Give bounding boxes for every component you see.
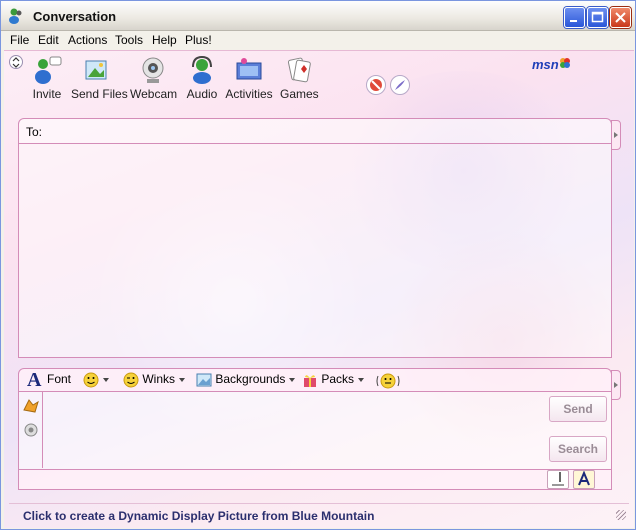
menu-plus[interactable]: Plus! — [185, 33, 212, 47]
dynamic-picture-link[interactable]: Click to create a Dynamic Display Pictur… — [23, 509, 374, 523]
smiley-icon — [83, 372, 99, 388]
invite-label: Invite — [32, 87, 62, 101]
activities-label: Activities — [225, 87, 273, 101]
toolbar-collapse-button[interactable] — [9, 55, 23, 69]
backgrounds-icon — [196, 373, 212, 387]
msn-logo: msn — [532, 57, 571, 72]
font-icon: A — [27, 369, 42, 391]
emoticon-button[interactable] — [83, 372, 109, 388]
minimize-icon — [570, 20, 577, 22]
invite-icon — [35, 56, 62, 84]
webcam-button[interactable]: Webcam — [130, 55, 178, 105]
conversation-content: Invite Send Files Webcam Audio Activitie… — [4, 50, 634, 528]
title-bar[interactable]: Conversation — [1, 1, 635, 31]
activities-icon — [236, 58, 262, 80]
close-button[interactable] — [610, 7, 631, 28]
backgrounds-dropdown-icon — [289, 377, 296, 382]
font-button[interactable]: A Font — [27, 369, 72, 391]
menu-bar: File Edit Actions Tools Help Plus! — [1, 31, 635, 50]
butterfly-icon — [559, 58, 570, 68]
games-label: Games — [280, 87, 319, 101]
close-icon — [615, 12, 626, 23]
menu-actions[interactable]: Actions — [68, 33, 107, 47]
audio-icon — [192, 55, 212, 84]
letter-a-icon — [578, 470, 590, 486]
wink-icon — [123, 372, 139, 388]
audio-button[interactable]: Audio — [185, 55, 219, 105]
maximize-icon — [591, 11, 604, 23]
winks-label: Winks — [142, 372, 176, 387]
font-label: Font — [47, 372, 72, 386]
nudge-button[interactable] — [375, 372, 401, 390]
handwriting-icon[interactable] — [21, 396, 41, 416]
search-button[interactable]: Search — [549, 436, 607, 462]
audio-label: Audio — [186, 87, 218, 101]
compose-gutter — [19, 392, 43, 468]
expand-contacts-tab[interactable] — [611, 120, 621, 150]
send-files-button[interactable]: Send Files — [71, 55, 128, 105]
emoticon-dropdown-icon — [103, 378, 109, 382]
compose-toolbar: A Font Winks Backgrounds Packs — [18, 368, 612, 392]
send-button[interactable]: Send — [549, 396, 607, 422]
handwriting-mode-button[interactable] — [547, 470, 569, 489]
backgrounds-label: Backgrounds — [215, 372, 286, 386]
resize-grip[interactable] — [616, 510, 626, 520]
invite-button[interactable]: Invite — [30, 55, 64, 105]
winks-button[interactable]: Winks — [123, 372, 186, 388]
backgrounds-button[interactable]: Backgrounds — [196, 372, 296, 387]
window-title: Conversation — [33, 9, 117, 24]
packs-label: Packs — [321, 372, 355, 387]
conversation-window: Conversation File Edit Actions Tools Hel… — [0, 0, 636, 530]
voice-clip-icon[interactable] — [23, 422, 39, 438]
background-picker-button[interactable] — [390, 75, 410, 95]
packs-dropdown-icon — [358, 378, 365, 382]
send-files-label: Send Files — [71, 87, 128, 101]
menu-file[interactable]: File — [10, 33, 29, 47]
block-icon — [370, 79, 382, 91]
type-mode-button[interactable] — [573, 470, 595, 489]
maximize-button[interactable] — [587, 7, 608, 28]
games-button[interactable]: Games — [280, 55, 319, 105]
nudge-icon — [376, 373, 400, 389]
webcam-icon — [142, 57, 164, 83]
send-files-icon — [85, 60, 107, 80]
to-label: To: — [26, 125, 43, 139]
compose-area: Send Search — [18, 392, 612, 470]
packs-button[interactable]: Packs — [302, 372, 365, 388]
to-field: To: — [18, 118, 612, 144]
brush-icon — [395, 80, 405, 90]
main-toolbar: Invite Send Files Webcam Audio Activitie… — [4, 51, 634, 109]
compose-footer — [18, 470, 612, 490]
webcam-label: Webcam — [130, 87, 178, 101]
status-bar: Click to create a Dynamic Display Pictur… — [9, 503, 629, 523]
collapse-icon — [12, 57, 20, 68]
expand-display-pictures-tab[interactable] — [611, 370, 621, 400]
menu-tools[interactable]: Tools — [115, 33, 143, 47]
activities-button[interactable]: Activities — [225, 55, 273, 105]
msn-brand-text: msn — [532, 57, 559, 72]
games-icon — [287, 57, 311, 83]
minimize-button[interactable] — [564, 7, 585, 28]
winks-dropdown-icon — [179, 378, 186, 382]
menu-edit[interactable]: Edit — [38, 33, 59, 47]
block-button[interactable] — [366, 75, 386, 95]
message-input[interactable] — [47, 395, 547, 465]
gift-icon — [304, 375, 316, 387]
message-history[interactable] — [18, 144, 612, 358]
menu-help[interactable]: Help — [152, 33, 177, 47]
msn-buddy-icon — [9, 8, 22, 24]
pen-icon — [552, 472, 564, 486]
